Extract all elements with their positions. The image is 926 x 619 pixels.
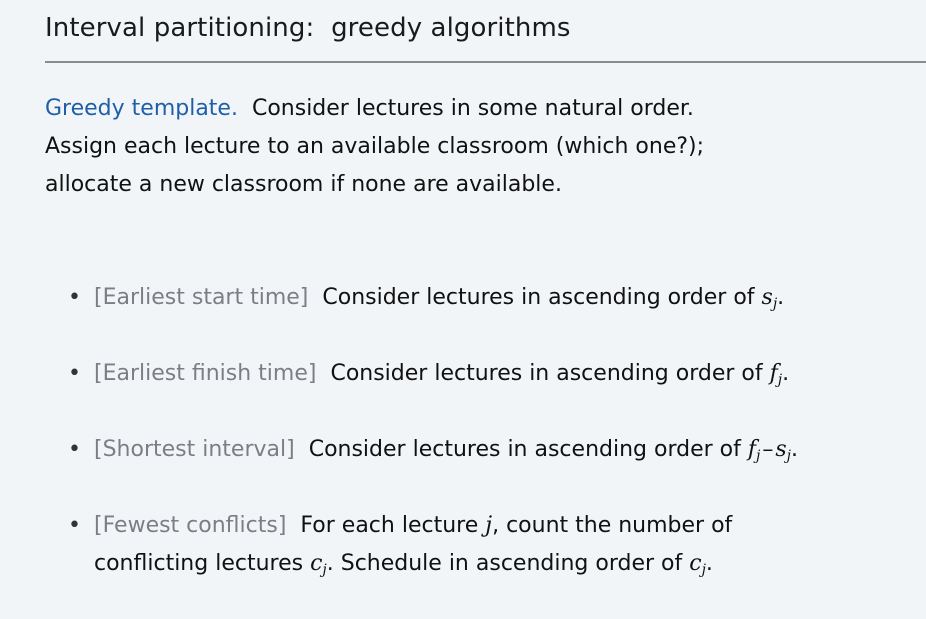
math-expression: cj — [689, 551, 706, 578]
bullet-dot: • — [68, 361, 81, 386]
bullet-dot: • — [68, 285, 81, 310]
bullet-text: Consider lectures in ascending order of — [322, 285, 755, 310]
bullet-text: Consider lectures in ascending order of — [308, 437, 741, 462]
bullet-tag: [Shortest interval] — [94, 437, 295, 462]
math-expression: fj–sj — [747, 437, 791, 464]
bullet-tag: [Fewest conflicts] — [94, 513, 287, 538]
bullet-line-2: conflicting lectures cj. Schedule in asc… — [94, 551, 713, 578]
bullet-line-1: [Fewest conflicts] For each lecture j, c… — [94, 513, 733, 538]
bullet-dot: • — [68, 513, 81, 538]
math-expression: cj — [310, 551, 327, 578]
bullet-dot: • — [68, 437, 81, 462]
bullet-tag: [Earliest finish time] — [94, 361, 317, 386]
math-expression: sj — [761, 285, 778, 312]
bullet-list: • [Earliest start time] Consider lecture… — [0, 0, 926, 619]
bullet-text: Consider lectures in ascending order of — [330, 361, 763, 386]
bullet-tag: [Earliest start time] — [94, 285, 309, 310]
math-expression: fj — [769, 361, 783, 388]
